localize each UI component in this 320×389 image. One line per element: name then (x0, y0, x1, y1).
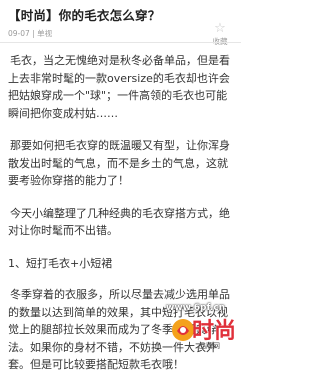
article-paragraph: 那要如何把毛衣穿的既温暖又有型，让你浑身散发出时髦的气息，而不是乡土的气息，这就… (8, 139, 230, 187)
article-header: 【时尚】你的毛衣怎么穿？ 09-07 | 单视 ☆ 收藏 (0, 0, 241, 46)
article-paragraph: 毛衣，当之无愧绝对是秋冬必备单品，但是看上去非常时髦的一款oversize的毛衣… (8, 54, 230, 120)
favorite-button[interactable]: ☆ 收藏 (205, 22, 235, 47)
watermark-subtitle: 品牌网 (199, 342, 220, 350)
article-paragraph: 今天小编整理了几种经典的毛衣穿搭方式，绝对让你时髦而不出错。 (8, 206, 230, 238)
header-divider (0, 42, 241, 43)
section-heading: 1、短打毛衣+小短裙 (8, 256, 113, 270)
watermark-url: www.6pf.cn (166, 303, 226, 313)
article-title: 【时尚】你的毛衣怎么穿？ (8, 8, 161, 23)
star-icon: ☆ (214, 21, 226, 36)
watermark: 时尚 www.6pf.cn 品牌网 (166, 303, 241, 351)
article-meta: 09-07 | 单视 (8, 29, 53, 38)
